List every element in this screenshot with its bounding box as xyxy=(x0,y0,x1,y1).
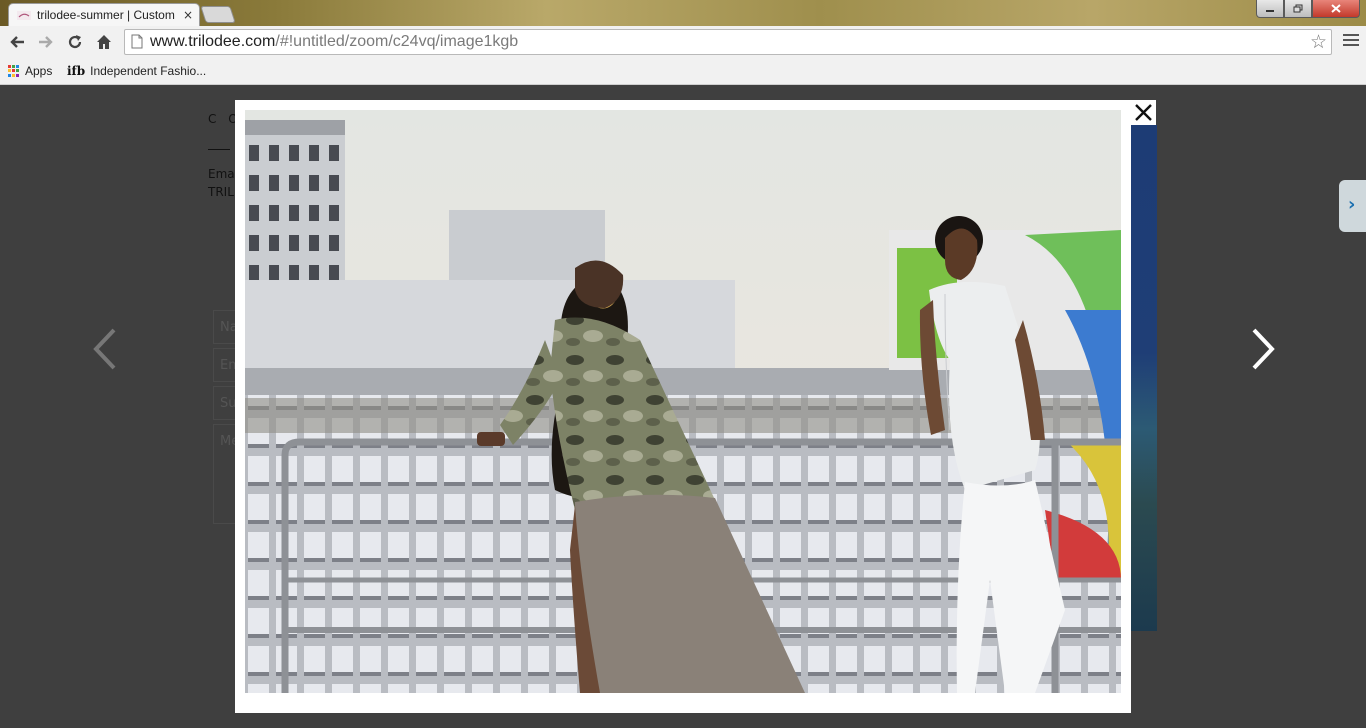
chevron-right-icon xyxy=(1252,328,1275,370)
minimize-icon xyxy=(1266,9,1274,12)
bookmarks-bar: Apps ifb Independent Fashio... xyxy=(0,58,1366,85)
tab-close-icon[interactable]: × xyxy=(183,8,193,22)
chevron-left-icon xyxy=(93,328,116,370)
contact-email-text: Ema xyxy=(208,167,235,181)
ifb-icon: ifb xyxy=(67,64,86,78)
back-button[interactable] xyxy=(7,32,27,52)
close-icon xyxy=(1135,104,1152,121)
bookmark-label: Apps xyxy=(25,64,53,78)
lightbox-frame xyxy=(235,100,1131,713)
side-panel-toggle[interactable]: › xyxy=(1339,180,1366,232)
bookmark-label: Independent Fashio... xyxy=(90,64,207,78)
forward-arrow-icon xyxy=(39,36,53,48)
restore-icon xyxy=(1293,4,1303,13)
zoomed-photo xyxy=(245,110,1121,693)
browser-toolbar: www.trilodee.com/#!untitled/zoom/c24vq/i… xyxy=(0,26,1366,58)
chevron-right-small-icon: › xyxy=(1348,194,1356,215)
bookmark-apps[interactable]: Apps xyxy=(8,61,52,81)
bookmark-independent-fashion[interactable]: ifb Independent Fashio... xyxy=(67,61,206,81)
back-arrow-icon xyxy=(10,36,24,48)
reload-button[interactable] xyxy=(65,32,85,52)
bookmark-star-icon[interactable]: ☆ xyxy=(1310,31,1327,53)
reload-icon xyxy=(68,35,82,49)
minimize-button[interactable] xyxy=(1256,0,1284,18)
contact-company-text: TRIL xyxy=(208,185,234,199)
url-path: /#!untitled/zoom/c24vq/image1kgb xyxy=(275,33,519,50)
background-image-strip xyxy=(1131,125,1157,631)
heading-divider xyxy=(208,149,230,150)
browser-tab-active[interactable]: trilodee-summer | Custom × xyxy=(8,3,200,27)
address-bar[interactable]: www.trilodee.com/#!untitled/zoom/c24vq/i… xyxy=(124,29,1332,55)
forward-button[interactable] xyxy=(36,32,56,52)
next-image-button[interactable] xyxy=(1248,327,1278,371)
window-close-button[interactable] xyxy=(1312,0,1360,18)
tab-title: trilodee-summer | Custom xyxy=(37,8,175,22)
page-icon xyxy=(131,34,143,49)
window-controls xyxy=(1256,0,1360,18)
home-icon xyxy=(97,35,111,49)
chrome-menu-icon[interactable] xyxy=(1342,32,1360,50)
url-host: www.trilodee.com xyxy=(150,33,276,50)
url-text[interactable]: www.trilodee.com/#!untitled/zoom/c24vq/i… xyxy=(150,33,518,51)
apps-grid-icon xyxy=(8,65,20,77)
new-tab-button[interactable] xyxy=(200,6,236,23)
window-close-icon xyxy=(1331,4,1341,13)
site-favicon-icon xyxy=(17,11,31,20)
home-button[interactable] xyxy=(94,32,114,52)
previous-image-button[interactable] xyxy=(90,327,120,371)
window-titlebar: trilodee-summer | Custom × xyxy=(0,0,1366,27)
restore-button[interactable] xyxy=(1284,0,1312,18)
lightbox-close-button[interactable] xyxy=(1131,100,1156,125)
